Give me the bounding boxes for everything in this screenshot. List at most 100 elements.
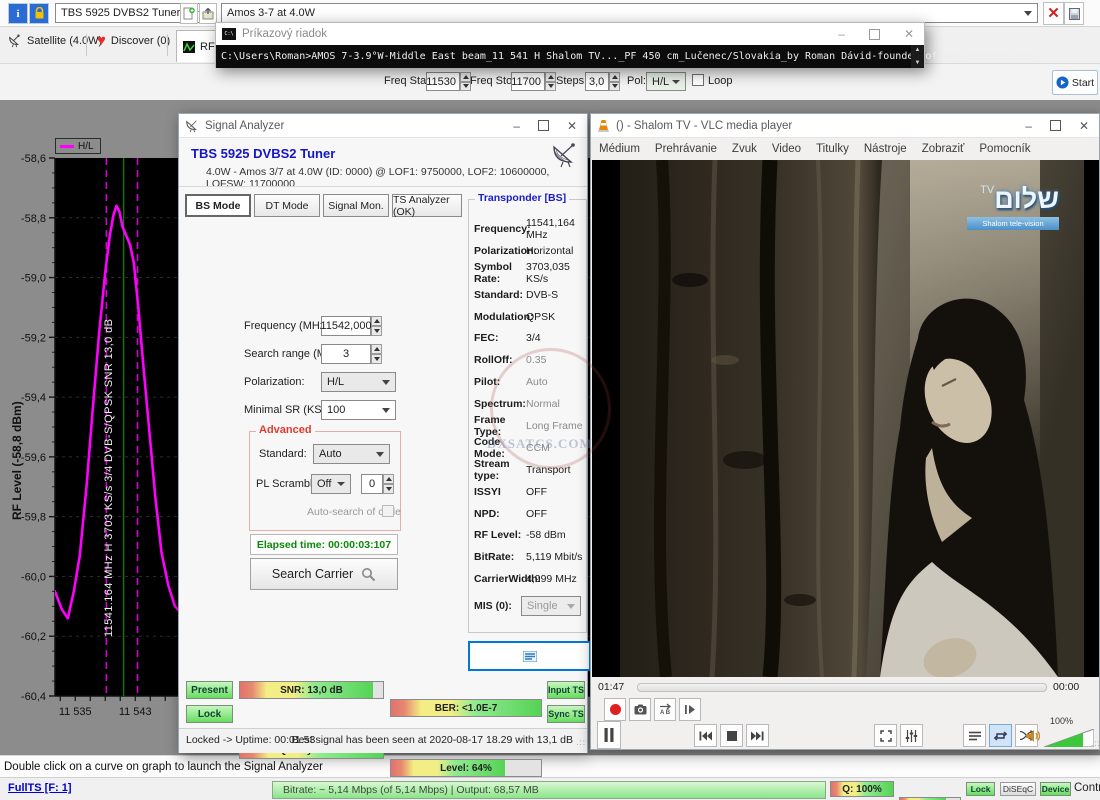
freq-start-input[interactable]: 11530	[426, 72, 460, 91]
signal-analyzer-titlebar[interactable]: Signal Analyzer – ✕	[179, 114, 587, 138]
fullscreen-button[interactable]	[874, 724, 897, 747]
tab-satellite[interactable]: Satellite (4.0W)	[8, 34, 102, 48]
frequency-stepper[interactable]	[371, 316, 382, 336]
diseqc-button[interactable]: DiSEqC	[1000, 782, 1036, 796]
next-icon	[751, 731, 764, 741]
loop-button[interactable]	[989, 724, 1012, 747]
stop-icon	[727, 731, 737, 741]
satellite-select[interactable]: Amos 3-7 at 4.0W	[221, 3, 1038, 23]
lock-icon[interactable]	[29, 3, 49, 24]
search-range-input[interactable]: 3	[321, 344, 371, 364]
mis-select[interactable]: Single	[521, 596, 581, 616]
chevron-down-icon	[382, 408, 390, 413]
scroll-up-icon[interactable]: ▲	[915, 47, 921, 53]
close-icon[interactable]: ✕	[567, 120, 577, 132]
lock-status-button[interactable]: Lock	[966, 782, 995, 796]
fullts-link[interactable]: FullTS [F: 1]	[8, 782, 72, 794]
cmd-titlebar[interactable]: C:\ Príkazový riadok – ✕	[216, 23, 924, 45]
list-icon	[523, 651, 537, 662]
start-button[interactable]: Start	[1052, 70, 1098, 95]
close-icon[interactable]: ✕	[904, 28, 914, 40]
best-signal-status: Best signal has been seen at 2020-08-17 …	[292, 734, 573, 746]
maximize-icon[interactable]	[1050, 120, 1061, 131]
previous-button[interactable]	[694, 724, 717, 747]
video-area[interactable]: TVשלום Shalom tele-vision	[592, 160, 1099, 677]
loop-checkbox[interactable]	[692, 74, 704, 86]
tab-discover[interactable]: ♥ Discover (0)	[97, 34, 170, 48]
sa-tab-signal-mon-[interactable]: Signal Mon.	[323, 194, 389, 217]
vlc-menu-titulky[interactable]: Titulky	[816, 143, 849, 155]
freq-stop-input[interactable]: 11700	[511, 72, 545, 91]
maximize-icon[interactable]	[538, 120, 549, 131]
pl-scrambling-select[interactable]: Off	[311, 474, 351, 494]
equalizer-button[interactable]	[900, 724, 923, 747]
steps-stepper[interactable]	[609, 72, 620, 91]
vlc-menu-video[interactable]: Video	[772, 143, 801, 155]
resize-grip[interactable]: .::	[1091, 739, 1100, 748]
vlc-titlebar[interactable]: () - Shalom TV - VLC media player – ✕	[591, 114, 1099, 138]
tuner-name: TBS 5925 DVBS2 Tuner	[191, 146, 335, 161]
time-elapsed: 01:47	[598, 681, 624, 693]
ab-loop-button[interactable]: A B	[654, 698, 676, 721]
vlc-menu-médium[interactable]: Médium	[599, 143, 640, 155]
svg-text:-58,6: -58,6	[21, 153, 46, 165]
info-icon[interactable]: i	[8, 3, 28, 24]
vlc-menu-zvuk[interactable]: Zvuk	[732, 143, 757, 155]
search-carrier-button[interactable]: Search Carrier	[250, 558, 398, 590]
vlc-menu-nástroje[interactable]: Nástroje	[864, 143, 907, 155]
minimize-icon[interactable]: –	[1025, 120, 1032, 132]
freq-stop-stepper[interactable]	[545, 72, 556, 91]
standard-select[interactable]: Auto	[313, 444, 390, 464]
vlc-menu-zobraziť[interactable]: Zobraziť	[922, 143, 965, 155]
transponder-row: NPD:OFF	[474, 503, 584, 525]
add-icon[interactable]	[180, 3, 198, 24]
pol-select[interactable]: H/L	[646, 72, 686, 91]
save-icon[interactable]	[1064, 2, 1084, 25]
x-icon: ✕	[1047, 6, 1060, 21]
sa-tab-bs-mode[interactable]: BS Mode	[185, 194, 251, 217]
sa-tab-ts-analyzer-ok-[interactable]: TS Analyzer (OK)	[392, 194, 462, 217]
minimal-sr-select[interactable]: 100	[321, 400, 396, 420]
pause-icon	[604, 728, 614, 742]
transponder-rows: Frequency:11541,164 MHzPolarization:Hori…	[474, 218, 584, 590]
cmd-scrollbar[interactable]: ▲ ▼	[911, 45, 924, 68]
scroll-down-icon[interactable]: ▼	[915, 60, 921, 66]
minimize-icon[interactable]: –	[838, 28, 845, 40]
minimize-icon[interactable]: –	[513, 120, 520, 132]
seek-bar[interactable]	[637, 683, 1047, 692]
device-button[interactable]: Device	[1040, 782, 1071, 796]
snapshot-button[interactable]	[629, 698, 651, 721]
transponder-row: CarrierWidth:4,999 MHz	[474, 568, 584, 590]
vlc-menu-pomocník[interactable]: Pomocník	[979, 143, 1030, 155]
stop-button[interactable]	[720, 724, 743, 747]
vlc-menu-prehrávanie[interactable]: Prehrávanie	[655, 143, 717, 155]
satellite-dish-icon	[185, 119, 199, 133]
export-icon[interactable]	[199, 3, 217, 24]
control-menu[interactable]: Control	[1074, 781, 1100, 794]
volume-slider[interactable]	[1044, 729, 1094, 747]
standard-value: Auto	[319, 448, 342, 460]
frequency-input[interactable]: 11542,000	[321, 316, 371, 336]
playlist-button[interactable]	[963, 724, 986, 747]
next-button[interactable]	[746, 724, 769, 747]
frame-step-button[interactable]	[679, 698, 701, 721]
speaker-icon[interactable]	[1026, 729, 1041, 743]
pause-button[interactable]	[597, 721, 621, 749]
maximize-icon[interactable]	[869, 29, 880, 40]
record-button[interactable]	[604, 698, 626, 721]
close-scan-button[interactable]: ✕	[1043, 2, 1064, 25]
transponder-panel-title: Transponder [BS]	[475, 192, 569, 204]
polarization-select[interactable]: H/L	[321, 372, 396, 392]
steps-input[interactable]: 3,0	[585, 72, 609, 91]
close-icon[interactable]: ✕	[1079, 120, 1089, 132]
resize-grip[interactable]: .::	[576, 738, 586, 747]
steps-label: Steps:	[556, 75, 587, 87]
sa-tab-dt-mode[interactable]: DT Mode	[254, 194, 320, 217]
pl-code-input[interactable]: 0	[361, 474, 383, 494]
ts-list-button[interactable]	[468, 641, 591, 671]
legend-label: H/L	[78, 141, 94, 152]
cmd-console[interactable]: C:\Users\Roman>AMOS 7-3.9°W-Middle East …	[216, 45, 924, 68]
autosearch-checkbox[interactable]	[382, 505, 394, 517]
pl-code-stepper[interactable]	[383, 474, 394, 494]
search-range-stepper[interactable]	[371, 344, 382, 364]
